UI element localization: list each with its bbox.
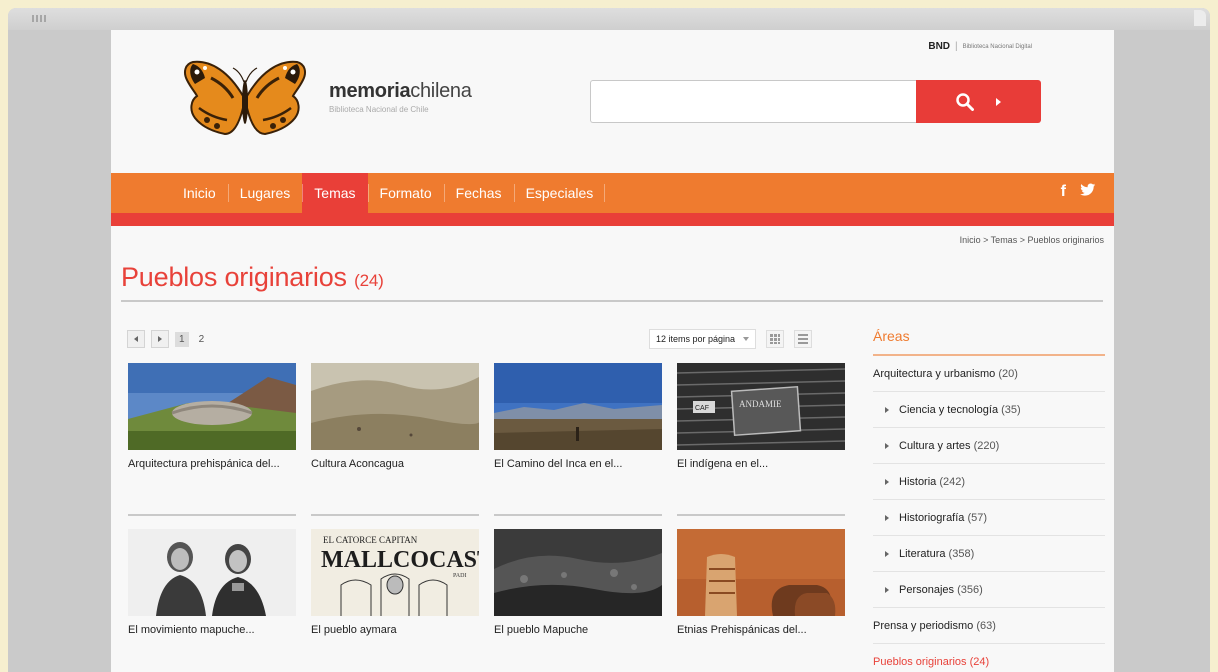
result-thumbnail[interactable] (494, 363, 662, 450)
search-bar (590, 80, 1041, 123)
search-button[interactable] (916, 80, 1041, 123)
sidebar-item-prensa[interactable]: Prensa y periodismo (63) (873, 608, 1105, 644)
sidebar-item-literatura[interactable]: Literatura (358) (873, 536, 1105, 572)
nav-fechas[interactable]: Fechas (443, 173, 514, 213)
next-page-button[interactable] (151, 330, 169, 348)
web-page: BND | Biblioteca Nacional Digital memori… (111, 30, 1114, 672)
sidebar-item-cultura[interactable]: Cultura y artes (220) (873, 428, 1105, 464)
result-title[interactable]: Etnias Prehispánicas del... (677, 624, 845, 636)
chevron-right-icon (885, 478, 889, 485)
grip-icon (32, 15, 46, 22)
bnd-separator: | (955, 41, 958, 52)
divider (128, 514, 296, 516)
twitter-icon[interactable] (1080, 183, 1096, 197)
result-title[interactable]: El Camino del Inca en el... (494, 458, 662, 470)
result-title[interactable]: Arquitectura prehispánica del... (128, 458, 296, 470)
svg-text:ANDAMIE: ANDAMIE (739, 399, 782, 409)
result-thumbnail[interactable] (128, 529, 296, 616)
chevron-right-icon (885, 406, 889, 413)
nav-especiales[interactable]: Especiales (513, 173, 606, 213)
arrow-right-icon (996, 97, 1001, 106)
result-title[interactable]: El indígena en el... (677, 458, 845, 470)
result-card[interactable]: ANDAMIE CAF El indígena en el... (677, 363, 845, 516)
bnd-label: BND (928, 41, 951, 52)
result-title[interactable]: Cultura Aconcagua (311, 458, 479, 470)
bnd-link[interactable]: BND | Biblioteca Nacional Digital (928, 41, 1032, 52)
result-card[interactable]: Cultura Aconcagua (311, 363, 479, 516)
nav-formato[interactable]: Formato (367, 173, 444, 213)
chevron-right-icon (158, 336, 162, 342)
result-card[interactable]: Etnias Prehispánicas del... (677, 529, 845, 636)
result-thumbnail[interactable] (128, 363, 296, 450)
result-thumbnail[interactable]: EL CATORCE CAPITAN MALLCOCASTILLA PADI (311, 529, 479, 616)
svg-text:CAF: CAF (695, 405, 709, 412)
result-card[interactable]: EL CATORCE CAPITAN MALLCOCASTILLA PADI E… (311, 529, 479, 636)
grid-view-button[interactable] (766, 330, 785, 348)
result-thumbnail[interactable] (311, 363, 479, 450)
nav-inicio[interactable]: Inicio (171, 173, 228, 213)
page-1-link[interactable]: 1 (175, 331, 189, 347)
result-card[interactable]: El pueblo Mapuche (494, 529, 662, 636)
nav-temas[interactable]: Temas (302, 173, 368, 213)
facebook-icon[interactable]: f (1061, 183, 1066, 201)
areas-sidebar: Áreas Arquitectura y urbanismo (20) Cien… (873, 326, 1105, 672)
sidebar-item-arquitectura[interactable]: Arquitectura y urbanismo (20) (873, 356, 1105, 392)
page-title-count: (24) (354, 271, 384, 290)
result-thumbnail[interactable] (677, 529, 845, 616)
pagination: 1 2 (127, 330, 208, 348)
result-card[interactable]: El movimiento mapuche... (128, 529, 296, 636)
view-controls: 12 items por página (649, 329, 813, 349)
items-per-page-label: 12 items por página (656, 334, 736, 344)
sidebar-item-historiografia[interactable]: Historiografía (57) (873, 500, 1105, 536)
sidebar-title: Áreas (873, 326, 1105, 356)
chevron-right-icon (885, 586, 889, 593)
sidebar-item-ciencia[interactable]: Ciencia y tecnología (35) (873, 392, 1105, 428)
result-title[interactable]: El pueblo aymara (311, 624, 479, 636)
items-per-page-select[interactable]: 12 items por página (649, 329, 757, 349)
chevron-down-icon (743, 337, 750, 341)
chevron-right-icon (885, 514, 889, 521)
site-subtitle: Biblioteca Nacional de Chile (329, 105, 429, 114)
result-title[interactable]: El pueblo Mapuche (494, 624, 662, 636)
list-view-button[interactable] (794, 330, 813, 348)
svg-text:MALLCOCASTILLA: MALLCOCASTILLA (321, 547, 479, 573)
browser-title-bar (8, 8, 1210, 30)
divider (121, 300, 1103, 302)
chevron-right-icon (885, 550, 889, 557)
chevron-right-icon (885, 442, 889, 449)
butterfly-logo-icon[interactable] (181, 58, 309, 142)
breadcrumb[interactable]: Inicio > Temas > Pueblos originarios (960, 235, 1104, 245)
svg-text:PADI: PADI (453, 573, 466, 579)
site-name: memoriachilena (329, 80, 472, 102)
site-logo-text[interactable]: memoriachilena Biblioteca Nacional de Ch… (329, 80, 472, 114)
result-thumbnail[interactable]: ANDAMIE CAF (677, 363, 845, 450)
main-nav: Inicio Lugares Temas Formato Fechas Espe… (111, 173, 1114, 226)
chevron-left-icon (134, 336, 138, 342)
page-2-link[interactable]: 2 (195, 332, 209, 347)
result-thumbnail[interactable] (494, 529, 662, 616)
result-card[interactable]: El Camino del Inca en el... (494, 363, 662, 516)
sidebar-item-historia[interactable]: Historia (242) (873, 464, 1105, 500)
grid-icon (770, 334, 781, 344)
prev-page-button[interactable] (127, 330, 145, 348)
result-title[interactable]: El movimiento mapuche... (128, 624, 296, 636)
search-input[interactable] (590, 80, 916, 123)
divider (311, 514, 479, 516)
sidebar-item-personajes[interactable]: Personajes (356) (873, 572, 1105, 608)
sidebar-item-pueblos[interactable]: Pueblos originarios (24) (873, 644, 1105, 672)
nav-lugares[interactable]: Lugares (227, 173, 303, 213)
social-links: f (1061, 183, 1096, 201)
divider (494, 514, 662, 516)
list-icon (798, 334, 809, 344)
window-corner (1194, 10, 1206, 26)
divider (677, 514, 845, 516)
result-card[interactable]: Arquitectura prehispánica del... (128, 363, 296, 516)
bnd-sub: Biblioteca Nacional Digital (962, 43, 1032, 50)
page-title: Pueblos originarios (24) (121, 262, 384, 292)
search-icon (956, 92, 974, 111)
svg-text:EL CATORCE CAPITAN: EL CATORCE CAPITAN (323, 535, 418, 545)
